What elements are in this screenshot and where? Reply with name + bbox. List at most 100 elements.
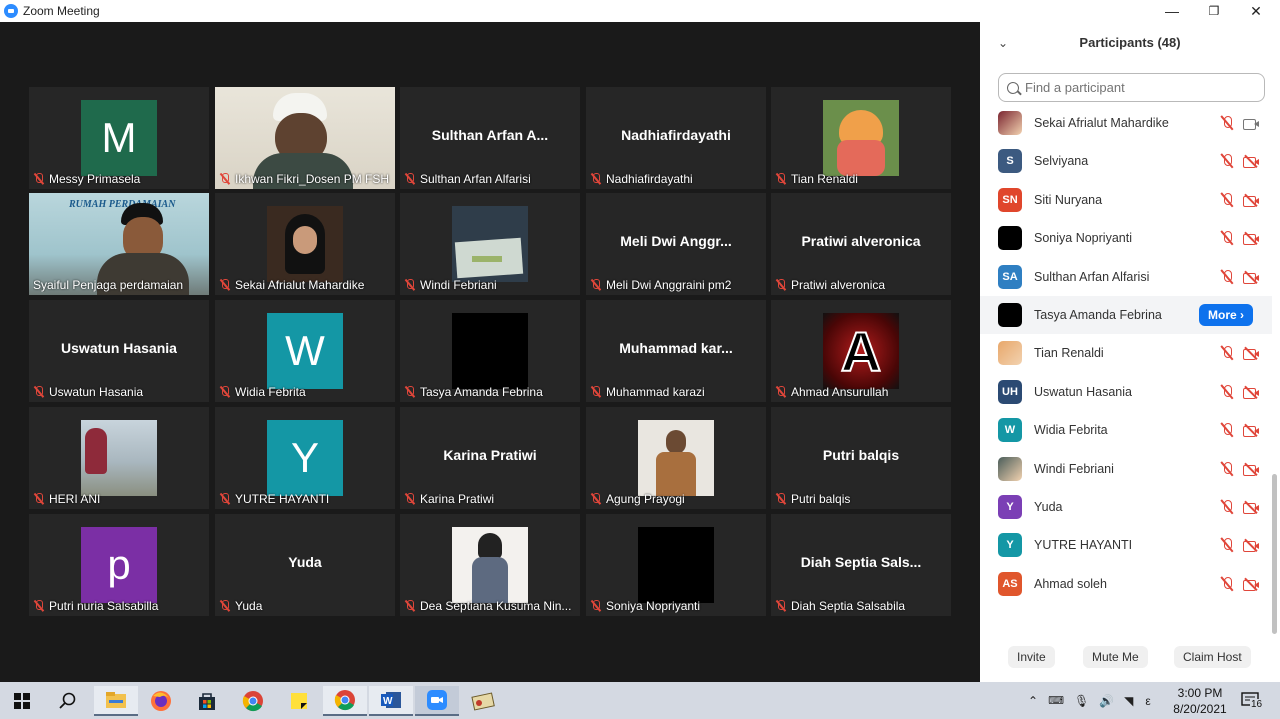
windows-start-icon[interactable] xyxy=(0,686,44,716)
video-tile[interactable]: Soniya Nopriyanti xyxy=(586,514,766,616)
video-tile[interactable]: Uswatun Hasania Uswatun Hasania xyxy=(29,300,209,402)
camera-off-icon[interactable] xyxy=(1242,423,1260,438)
certificate-icon[interactable] xyxy=(461,686,505,716)
zoom-taskbar-icon[interactable] xyxy=(415,686,459,716)
minimize-button[interactable]: — xyxy=(1152,0,1192,22)
participant-scrollbar[interactable] xyxy=(1270,104,1278,664)
more-button[interactable]: More › xyxy=(1199,304,1253,326)
camera-off-icon[interactable] xyxy=(1242,270,1260,284)
participant-row[interactable]: SN Siti Nuryana xyxy=(980,181,1272,219)
participant-avatar: UH xyxy=(998,379,1022,404)
keyboard-icon[interactable]: ⌨ xyxy=(1048,694,1064,707)
video-tile[interactable]: Agung Prayogi xyxy=(586,407,766,509)
video-tile[interactable]: Y YUTRE HAYANTI xyxy=(215,407,395,509)
mic-muted-icon[interactable] xyxy=(1220,115,1234,131)
participant-row[interactable]: SA Sulthan Arfan Alfarisi xyxy=(980,258,1272,296)
wifi-icon[interactable]: ◥ xyxy=(1124,694,1133,708)
microphone-icon[interactable]: 🎙 xyxy=(1074,694,1089,708)
participant-row[interactable]: W Widia Febrita xyxy=(980,411,1272,449)
mic-muted-icon[interactable] xyxy=(1220,499,1234,515)
camera-off-icon[interactable] xyxy=(1242,385,1260,399)
file-explorer-icon[interactable] xyxy=(94,686,138,716)
mic-muted-icon[interactable] xyxy=(1220,422,1234,438)
participant-search[interactable] xyxy=(998,73,1265,102)
mic-muted-icon[interactable] xyxy=(1220,461,1234,477)
mic-muted-icon[interactable] xyxy=(1220,576,1234,592)
participant-row[interactable]: Y Yuda xyxy=(980,488,1272,526)
claim-host-button[interactable]: Claim Host xyxy=(1174,646,1251,668)
taskbar-clock[interactable]: 3:00 PM 8/20/2021 xyxy=(1168,685,1232,717)
participant-list: Sekai Afrialut Mahardike S Selviyana SN Siti… xyxy=(980,104,1280,624)
video-tile[interactable]: RUMAH PERDAMAIAN Syaiful Penjaga perdamai… xyxy=(29,193,209,295)
participant-row[interactable]: AS Ahmad soleh xyxy=(980,565,1272,603)
search-icon[interactable] xyxy=(46,686,90,716)
video-tile[interactable]: M Messy Primasela xyxy=(29,87,209,189)
camera-off-icon[interactable] xyxy=(1242,193,1260,207)
video-tile[interactable]: Karina Pratiwi Karina Pratiwi xyxy=(400,407,580,509)
video-tile[interactable]: Nadhiafirdayathi Nadhiafirdayathi xyxy=(586,87,766,189)
participants-header: ⌄ Participants (48) xyxy=(980,22,1280,62)
mic-muted-icon[interactable] xyxy=(1220,537,1234,553)
participant-name-label: Nadhiafirdayathi xyxy=(590,172,762,186)
language-indicator[interactable]: ε xyxy=(1145,694,1150,708)
camera-off-icon[interactable] xyxy=(1242,346,1260,361)
video-tile[interactable]: HERI ANI xyxy=(29,407,209,509)
mic-muted-icon[interactable] xyxy=(1220,192,1234,208)
video-tile[interactable]: Tian Renaldi xyxy=(771,87,951,189)
chrome-window-icon[interactable] xyxy=(323,686,367,716)
mic-muted-icon[interactable] xyxy=(1220,230,1234,246)
restore-button[interactable]: ❐ xyxy=(1194,0,1234,22)
participant-row[interactable]: Tasya Amanda Febrina More › xyxy=(980,296,1272,334)
video-tile[interactable]: Tasya Amanda Febrina xyxy=(400,300,580,402)
video-tile[interactable]: Pratiwi alveronica Pratiwi alveronica xyxy=(771,193,951,295)
participant-name: Tasya Amanda Febrina xyxy=(1034,308,1162,322)
mic-muted-icon[interactable] xyxy=(1220,269,1234,285)
invite-button[interactable]: Invite xyxy=(1008,646,1055,668)
participant-row[interactable]: UH Uswatun Hasania xyxy=(980,373,1272,411)
video-tile[interactable]: Ikhwan Fikri_Dosen PM FSH UI... xyxy=(215,87,395,189)
participant-row[interactable]: Sekai Afrialut Mahardike xyxy=(980,104,1272,142)
camera-off-icon[interactable] xyxy=(1242,231,1260,246)
chrome-icon[interactable] xyxy=(231,686,275,716)
camera-off-icon[interactable] xyxy=(1242,500,1260,514)
sticky-notes-icon[interactable] xyxy=(277,686,321,716)
video-tile[interactable]: A Ahmad Ansurullah xyxy=(771,300,951,402)
camera-on-icon[interactable] xyxy=(1242,116,1260,130)
participant-row[interactable]: S Selviyana xyxy=(980,142,1272,180)
video-tile[interactable]: p Putri nuria Salsabilla xyxy=(29,514,209,616)
store-icon[interactable] xyxy=(185,686,229,716)
participant-row[interactable]: Y YUTRE HAYANTI xyxy=(980,526,1272,564)
notifications-icon[interactable]: 16 xyxy=(1240,689,1264,713)
video-tile[interactable]: Muhammad kar... Muhammad karazi xyxy=(586,300,766,402)
word-icon[interactable]: W xyxy=(369,686,413,716)
scrollbar-thumb[interactable] xyxy=(1272,474,1277,634)
video-tile[interactable]: Putri balqis Putri balqis xyxy=(771,407,951,509)
close-button[interactable]: ✕ xyxy=(1236,0,1276,22)
video-tile[interactable]: Diah Septia Sals... Diah Septia Salsabila xyxy=(771,514,951,616)
camera-off-icon[interactable] xyxy=(1242,538,1260,553)
mute-me-button[interactable]: Mute Me xyxy=(1083,646,1148,668)
firefox-icon[interactable] xyxy=(139,686,183,716)
video-tile[interactable]: Sulthan Arfan A... Sulthan Arfan Alfarisi xyxy=(400,87,580,189)
participant-display-name: Muhammad kar... xyxy=(619,340,733,356)
camera-off-icon[interactable] xyxy=(1242,462,1260,476)
participant-row[interactable]: Soniya Nopriyanti xyxy=(980,219,1272,257)
video-tile[interactable]: Sekai Afrialut Mahardike xyxy=(215,193,395,295)
volume-icon[interactable]: 🔊 xyxy=(1099,694,1114,708)
camera-off-icon[interactable] xyxy=(1242,577,1260,591)
chevron-up-icon[interactable]: ⌃ xyxy=(1028,694,1038,708)
mic-muted-icon[interactable] xyxy=(1220,153,1234,169)
participant-avatar xyxy=(998,341,1022,366)
search-input[interactable] xyxy=(1025,80,1245,95)
video-tile[interactable]: W Widia Febrita xyxy=(215,300,395,402)
mic-muted-icon[interactable] xyxy=(1220,384,1234,400)
camera-off-icon[interactable] xyxy=(1242,154,1260,169)
participant-row[interactable]: Tian Renaldi xyxy=(980,334,1272,372)
video-tile[interactable]: Meli Dwi Anggr... Meli Dwi Anggraini pm2 xyxy=(586,193,766,295)
video-tile[interactable]: Windi Febriani xyxy=(400,193,580,295)
video-tile[interactable]: Dea Septiana Kusuma Nin... xyxy=(400,514,580,616)
participant-row[interactable]: Windi Febriani xyxy=(980,450,1272,488)
mic-muted-icon[interactable] xyxy=(1220,345,1234,361)
video-tile[interactable]: Yuda Yuda xyxy=(215,514,395,616)
participant-photo xyxy=(638,527,714,603)
